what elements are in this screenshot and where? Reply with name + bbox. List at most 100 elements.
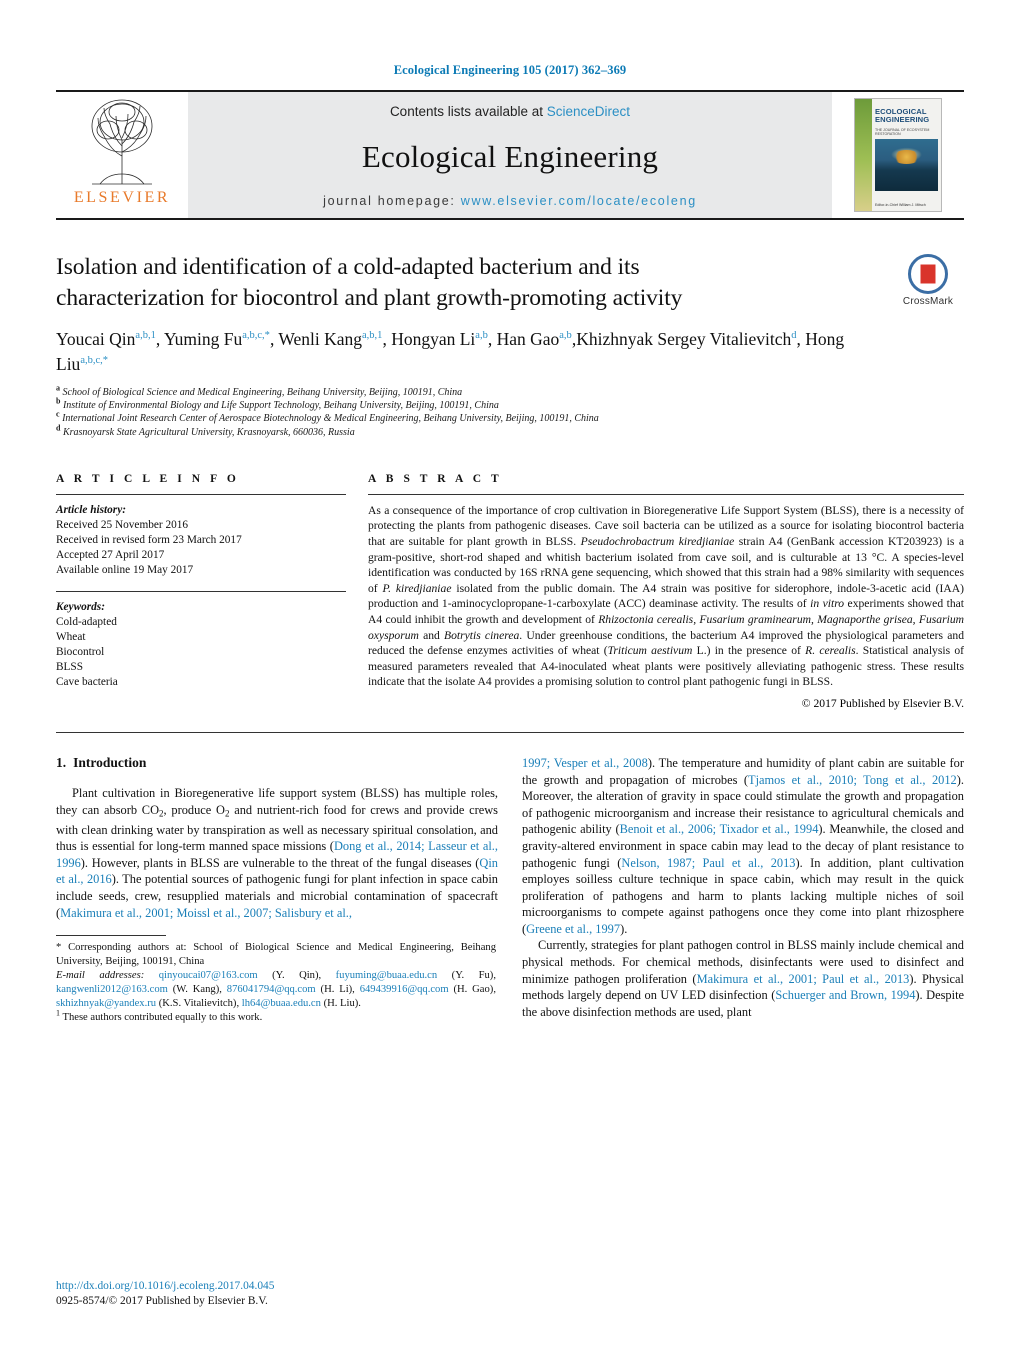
- email-owner: (Y. Fu),: [437, 970, 496, 982]
- journal-homepage-line: journal homepage: www.elsevier.com/locat…: [323, 194, 697, 208]
- body-text-run: ).: [620, 921, 628, 936]
- cover-spine: [855, 99, 872, 211]
- citation-link[interactable]: Benoit et al., 2006; Tixador et al., 199…: [620, 822, 819, 836]
- affiliation-text: School of Biological Science and Medical…: [60, 387, 463, 398]
- author-name: Yuming Fu: [163, 329, 243, 349]
- citation-link[interactable]: Greene et al., 1997: [526, 922, 620, 936]
- intro-paragraph-right-2: Currently, strategies for plant pathogen…: [522, 937, 964, 1020]
- homepage-prefix: journal homepage:: [323, 194, 461, 208]
- contents-prefix: Contents lists available at: [389, 104, 547, 119]
- affiliation-item: b Institute of Environmental Biology and…: [56, 397, 874, 412]
- keyword-item: Biocontrol: [56, 645, 105, 658]
- footnote-block: * Corresponding authors at: School of Bi…: [56, 935, 496, 1025]
- footnote-emails: E-mail addresses: qinyoucai07@163.com (Y…: [56, 969, 496, 1011]
- running-head: Ecological Engineering 105 (2017) 362–36…: [393, 63, 627, 77]
- article-history-item: Received in revised form 23 March 2017: [56, 533, 242, 546]
- doi-link[interactable]: http://dx.doi.org/10.1016/j.ecoleng.2017…: [56, 1279, 274, 1294]
- intro-paragraph-left: Plant cultivation in Bioregenerative lif…: [56, 785, 498, 921]
- abstract-text-run: L.) in the presence of: [692, 644, 806, 658]
- email-owner: (Y. Qin),: [257, 970, 336, 982]
- author-name: Hongyan Li: [391, 329, 476, 349]
- citation-link[interactable]: Makimura et al., 2001; Moissl et al., 20…: [60, 906, 352, 920]
- email-link[interactable]: 649439916@qq.com: [360, 984, 449, 995]
- keyword-item: Wheat: [56, 630, 86, 643]
- author-name: Youcai Qin: [56, 329, 136, 349]
- section-number: 1.: [56, 754, 67, 770]
- email-owner: (H. Liu).: [320, 998, 361, 1010]
- keywords-label: Keywords:: [56, 600, 105, 613]
- email-owner: (H. Li),: [315, 984, 360, 996]
- abstract-italic-term: P. kiredjianiae: [382, 581, 452, 595]
- affiliation-item: c International Joint Research Center of…: [56, 411, 874, 425]
- article-history-label: Article history:: [56, 503, 126, 516]
- citation-link[interactable]: Tjamos et al., 2010; Tong et al., 2012: [748, 773, 957, 787]
- author-name: Han Gao: [496, 329, 560, 349]
- divider: [56, 590, 346, 592]
- author-separator: ,: [155, 329, 164, 349]
- author-name: Wenli Kang: [278, 329, 363, 349]
- affiliation-item: a School of Biological Science and Medic…: [56, 384, 874, 399]
- title-line-2: characterization for biocontrol and plan…: [56, 285, 683, 311]
- email-link[interactable]: 876041794@qq.com: [227, 984, 316, 995]
- affiliation-item: d Krasnoyarsk State Agricultural Univers…: [56, 424, 874, 439]
- keyword-item: BLSS: [56, 660, 84, 673]
- citation-link[interactable]: Nelson, 1987; Paul et al., 2013: [621, 856, 795, 870]
- email-addresses-label: E-mail addresses:: [56, 970, 159, 982]
- author-list: Youcai Qina,b,1, Yuming Fua,b,c,*, Wenli…: [56, 327, 874, 377]
- footnote-corresponding: * Corresponding authors at: School of Bi…: [56, 942, 496, 968]
- contents-available-line: Contents lists available at ScienceDirec…: [390, 104, 630, 119]
- abstract-column: A B S T R A C T As a consequence of the …: [368, 473, 964, 710]
- journal-title: Ecological Engineering: [361, 138, 659, 174]
- article-history-item: Available online 19 May 2017: [56, 563, 194, 576]
- author-affiliation-marks: a,b: [475, 330, 488, 342]
- article-history-items: Received 25 November 2016 Received in rev…: [56, 518, 346, 578]
- abstract-text: As a consequence of the importance of cr…: [368, 503, 964, 690]
- body-columns: 1. Introduction Plant cultivation in Bior…: [56, 755, 964, 1025]
- abstract-italic-term: R. cerealis: [805, 644, 856, 658]
- elsevier-tree-icon: [91, 99, 153, 185]
- affiliation-text: Institute of Environmental Biology and L…: [60, 400, 499, 412]
- citation-link[interactable]: 1997; Vesper et al., 2008: [522, 756, 648, 770]
- section-title-introduction: 1. Introduction: [56, 755, 498, 771]
- keyword-items: Cold-adapted Wheat Biocontrol BLSS Cave bact…: [56, 615, 346, 690]
- email-owner: (K.S. Vitalievitch),: [156, 998, 242, 1010]
- author-separator: ,: [382, 329, 392, 349]
- email-owner: (H. Gao),: [448, 984, 496, 996]
- email-link[interactable]: kangwenli2012@163.com: [56, 984, 168, 995]
- author-separator: ,: [796, 329, 806, 349]
- info-abstract-row: A R T I C L E I N F O Article history: R…: [56, 473, 964, 710]
- citation-link[interactable]: Schuerger and Brown, 1994: [775, 988, 915, 1002]
- divider: [56, 493, 346, 495]
- cover-title-text: ECOLOGICAL ENGINEERING: [875, 107, 930, 125]
- body-divider: [56, 731, 964, 733]
- email-link[interactable]: lh64@buaa.edu.cn: [242, 998, 321, 1009]
- article-history-item: Accepted 27 April 2017: [56, 548, 165, 561]
- body-text-run: ). However, plants in BLSS are vulnerabl…: [80, 855, 480, 870]
- author-affiliation-marks: a,b,1: [362, 330, 383, 342]
- email-link[interactable]: skhizhnyak@yandex.ru: [56, 998, 156, 1009]
- title-line-1: Isolation and identification of a cold-a…: [56, 254, 640, 280]
- crossmark-inner-shape: [920, 264, 936, 284]
- elsevier-wordmark: ELSEVIER: [73, 189, 171, 206]
- article-info-heading: A R T I C L E I N F O: [56, 472, 240, 485]
- article-history-block: Article history: Received 25 November 20…: [56, 503, 346, 578]
- citation-link[interactable]: Makimura et al., 2001; Paul et al., 2013: [697, 972, 910, 986]
- email-link[interactable]: qinyoucai07@163.com: [159, 970, 258, 981]
- cover-artwork: [875, 139, 938, 191]
- footnote-marker: 1: [56, 1008, 60, 1018]
- footer-doi-block: http://dx.doi.org/10.1016/j.ecoleng.2017…: [56, 1279, 274, 1309]
- journal-cover-thumbnail: ECOLOGICAL ENGINEERING THE JOURNAL OF EC…: [832, 92, 964, 218]
- email-owner: (W. Kang),: [167, 984, 227, 996]
- homepage-url-link[interactable]: www.elsevier.com/locate/ecoleng: [461, 194, 697, 208]
- title-block: CrossMark Isolation and identification o…: [56, 252, 964, 439]
- sciencedirect-link[interactable]: ScienceDirect: [547, 104, 630, 119]
- crossmark-badge[interactable]: CrossMark: [892, 254, 964, 307]
- author-affiliation-marks: a,b: [559, 330, 572, 342]
- keyword-item: Cold-adapted: [56, 615, 117, 628]
- abstract-italic-term: Botrytis cinerea: [444, 628, 520, 642]
- body-text-run: , produce O: [163, 802, 225, 817]
- crossmark-icon: [908, 254, 948, 294]
- paper-page: Ecological Engineering 105 (2017) 362–36…: [0, 0, 1020, 1351]
- cover-subtitle-text: THE JOURNAL OF ECOSYSTEM RESTORATION: [875, 128, 930, 137]
- email-link[interactable]: fuyuming@buaa.edu.cn: [336, 970, 438, 981]
